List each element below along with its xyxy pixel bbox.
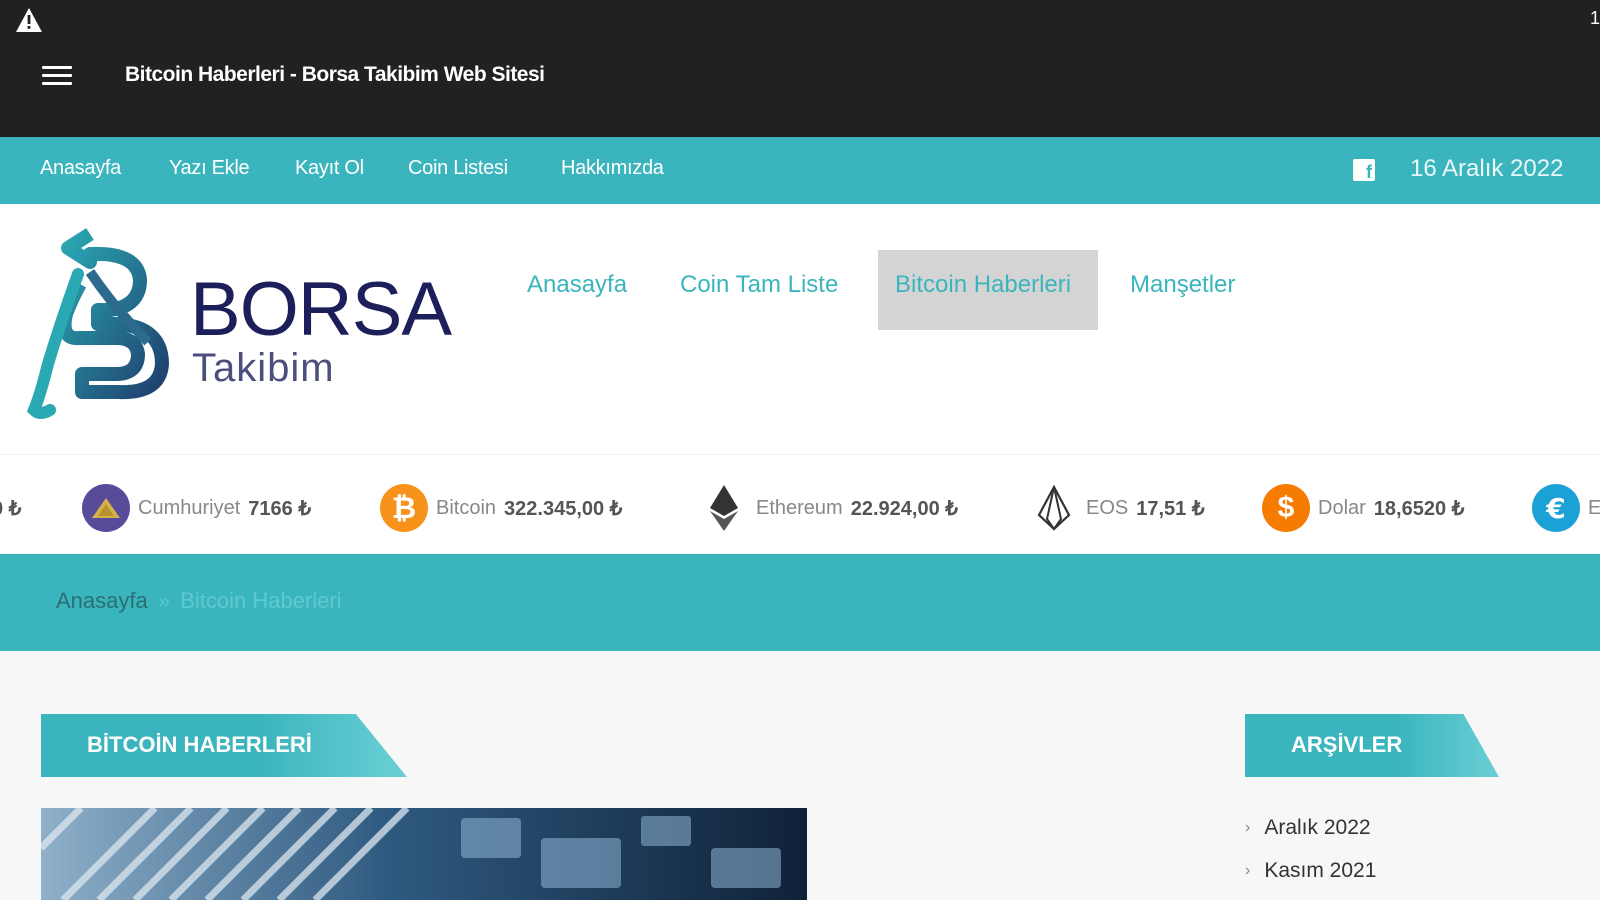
top-nav-add-post[interactable]: Yazı Ekle [169,157,250,180]
content-area: BİTCOİN HABERLERİ ARŞİVLER › Aralık 2022… [0,651,1600,900]
ticker-name: Ethereum [756,496,843,519]
ticker-value: 322.345,00 ₺ [504,497,623,520]
price-ticker: 0 ₺ Cumhuriyet 7166 ₺ ₿ Bitcoin 322.345,… [0,454,1600,554]
logo-mark-icon [26,228,169,419]
ticker-name: EOS [1086,496,1129,519]
logo-text-borsa: BORSA [190,267,452,352]
archive-list: › Aralık 2022 › Kasım 2021 [1245,806,1376,892]
top-nav-register[interactable]: Kayıt Ol [295,157,364,180]
post-thumbnail[interactable] [41,808,807,900]
ethereum-icon [700,484,748,532]
ticker-value: 22.924,00 ₺ [850,497,958,520]
chevron-right-icon: › [1245,861,1251,879]
ticker-name: Cumhuriyet [138,496,241,519]
ticker-item: Cumhuriyet 7166 ₺ [82,483,311,533]
ticker-value: 7166 ₺ [248,497,312,520]
main-nav-headlines[interactable]: Manşetler [1130,271,1235,299]
status-text: 1 [1589,8,1600,28]
euro-icon: € [1532,484,1580,532]
breadcrumb-home-link[interactable]: Anasayfa [56,588,148,613]
ticker-item: EOS 17,51 ₺ [1030,483,1205,533]
ticker-item: $ Dolar 18,6520 ₺ [1262,483,1464,533]
section-title: BİTCOİN HABERLERİ [41,714,407,777]
ticker-value: 0 ₺ [0,497,22,520]
current-date: 16 Aralık 2022 [1410,155,1564,182]
main-nav-coin-full-list[interactable]: Coin Tam Liste [680,271,838,299]
chevron-right-icon: › [1245,818,1251,836]
site-header: BORSA Takibim Anasayfa Coin Tam Liste Bi… [0,204,1600,454]
archive-item[interactable]: › Kasım 2021 [1245,849,1376,892]
breadcrumb-current: Bitcoin Haberleri [180,588,342,613]
ticker-item: ₿ Bitcoin 322.345,00 ₺ [380,483,622,533]
sidebar-title: ARŞİVLER [1245,714,1499,777]
app-frame: 1 Bitcoin Haberleri - Borsa Takibim Web … [0,0,1600,900]
ticker-name: E [1588,496,1600,519]
top-nav-coin-list[interactable]: Coin Listesi [408,157,508,180]
bitcoin-icon: ₿ [380,484,428,532]
facebook-icon[interactable]: f [1353,159,1375,181]
hamburger-menu-icon[interactable] [38,62,76,90]
ticker-name: Bitcoin [436,496,497,519]
ticker-item: 0 ₺ [0,483,21,533]
warning-icon [16,8,42,32]
eos-icon [1030,484,1078,532]
archive-item[interactable]: › Aralık 2022 [1245,806,1376,849]
archive-item-label: Aralık 2022 [1264,815,1371,839]
gold-icon [82,484,130,532]
ticker-item: Ethereum 22.924,00 ₺ [700,483,958,533]
ticker-name: Dolar [1318,496,1366,519]
top-nav-home[interactable]: Anasayfa [40,157,121,180]
main-nav-home[interactable]: Anasayfa [527,271,627,299]
app-title: Bitcoin Haberleri - Borsa Takibim Web Si… [125,63,545,86]
breadcrumb-separator: » [157,588,171,613]
top-nav-about[interactable]: Hakkımızda [561,157,664,180]
site-logo[interactable]: BORSA Takibim [20,214,470,429]
app-bar: 1 Bitcoin Haberleri - Borsa Takibim Web … [0,0,1600,137]
dollar-icon: $ [1262,484,1310,532]
top-nav-bar: Anasayfa Yazı Ekle Kayıt Ol Coin Listesi… [0,137,1600,204]
ticker-item: € E [1532,483,1600,533]
breadcrumb: Anasayfa » Bitcoin Haberleri [56,588,342,614]
main-nav-bitcoin-news-label: Bitcoin Haberleri [895,271,1072,298]
breadcrumb-band: Anasayfa » Bitcoin Haberleri [0,554,1600,651]
archive-item-label: Kasım 2021 [1264,858,1377,882]
main-nav-bitcoin-news[interactable]: Bitcoin Haberleri [878,250,1098,330]
ticker-value: 18,6520 ₺ [1373,497,1465,520]
ticker-value: 17,51 ₺ [1136,497,1205,520]
logo-text-takibim: Takibim [192,346,335,390]
